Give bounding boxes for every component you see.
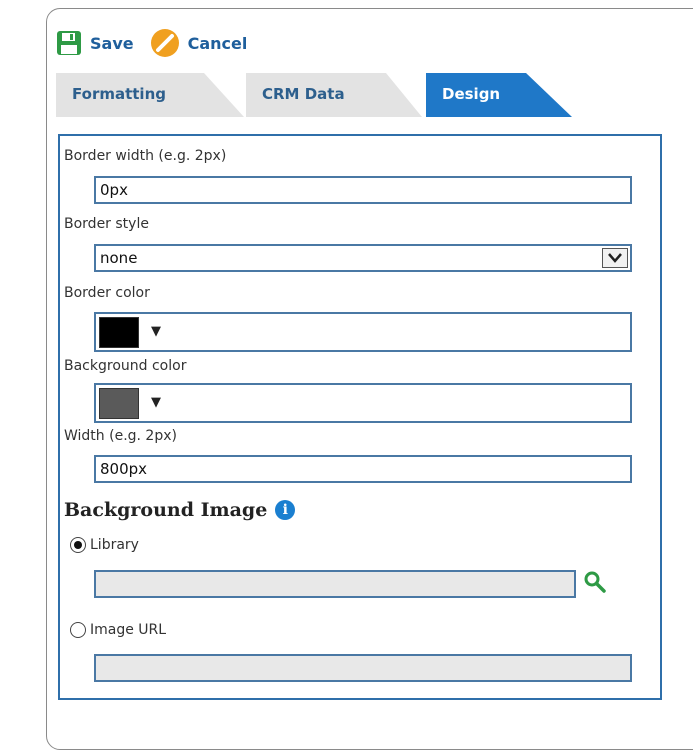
tab-formatting-label: Formatting [72, 85, 166, 103]
library-radio-label: Library [90, 537, 139, 553]
tab-crm-data-label: CRM Data [262, 85, 345, 103]
border-width-label: Border width (e.g. 2px) [64, 148, 227, 164]
background-color-swatch [99, 388, 139, 419]
image-url-radio[interactable] [70, 622, 86, 638]
border-style-value: none [100, 249, 138, 267]
image-url-radio-option[interactable]: Image URL [70, 622, 166, 638]
tab-crm-data[interactable]: CRM Data [246, 73, 424, 117]
toolbar: Save Cancel [56, 26, 263, 60]
background-color-picker[interactable]: ▼ [94, 383, 632, 423]
search-icon[interactable] [583, 570, 607, 598]
background-image-title: Background Image [64, 499, 268, 521]
border-style-label: Border style [64, 216, 149, 232]
dropdown-triangle-icon: ▼ [151, 395, 161, 410]
cancel-label: Cancel [187, 33, 248, 53]
image-url-input[interactable] [94, 654, 632, 682]
border-width-input[interactable]: 0px [94, 176, 632, 204]
background-color-label: Background color [64, 358, 187, 374]
tab-formatting[interactable]: Formatting [56, 73, 246, 117]
library-radio-option[interactable]: Library [70, 537, 139, 553]
library-radio[interactable] [70, 537, 86, 553]
tab-design-label: Design [442, 85, 501, 103]
dropdown-triangle-icon: ▼ [151, 324, 161, 339]
save-icon [56, 30, 82, 56]
info-icon[interactable]: i [275, 500, 296, 520]
image-url-radio-label: Image URL [90, 622, 167, 638]
border-color-label: Border color [64, 285, 150, 301]
save-button[interactable]: Save [56, 30, 134, 56]
library-image-field[interactable] [94, 570, 576, 598]
width-label: Width (e.g. 2px) [64, 428, 177, 444]
cancel-icon [150, 28, 180, 58]
border-style-select[interactable]: none [94, 244, 632, 272]
border-color-swatch [99, 317, 139, 348]
border-color-picker[interactable]: ▼ [94, 312, 632, 352]
chevron-down-icon[interactable] [602, 248, 628, 268]
tab-design[interactable]: Design [426, 73, 576, 117]
save-label: Save [90, 33, 134, 53]
design-panel: Border width (e.g. 2px) 0px Border style… [58, 134, 662, 700]
tab-bar: Formatting CRM Data Design [56, 73, 616, 117]
background-image-heading: Background Image i [64, 499, 296, 521]
width-input[interactable]: 800px [94, 455, 632, 483]
cancel-button[interactable]: Cancel [150, 28, 248, 58]
